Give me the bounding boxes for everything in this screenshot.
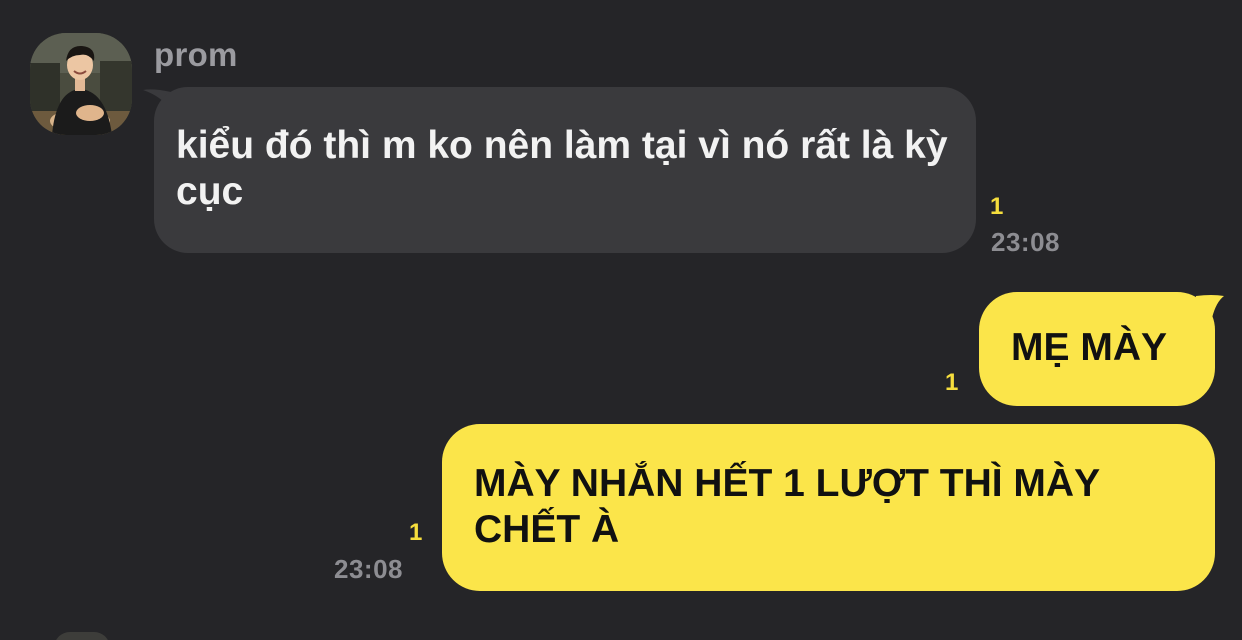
avatar-photo-icon bbox=[30, 33, 132, 135]
outgoing-message-time: 23:08 bbox=[334, 554, 403, 584]
outgoing-message-bubble[interactable]: MÀY NHẮN HẾT 1 LƯỢT THÌ MÀY CHẾT À bbox=[442, 424, 1215, 591]
incoming-message-time: 23:08 bbox=[991, 227, 1060, 257]
chat-view[interactable]: prom kiểu đó thì m ko nên làm tại vì nó … bbox=[0, 0, 1242, 640]
outgoing-message-text: MẸ MÀY bbox=[1011, 326, 1167, 369]
outgoing-unread-count: 1 bbox=[945, 369, 959, 396]
outgoing-unread-count: 1 bbox=[409, 519, 423, 546]
incoming-message-bubble[interactable]: kiểu đó thì m ko nên làm tại vì nó rất l… bbox=[154, 87, 976, 253]
outgoing-message-text: MÀY NHẮN HẾT 1 LƯỢT THÌ MÀY CHẾT À bbox=[474, 462, 1100, 551]
incoming-message-text: kiểu đó thì m ko nên làm tại vì nó rất l… bbox=[176, 124, 948, 213]
sender-name: prom bbox=[154, 36, 238, 73]
next-avatar-partial bbox=[54, 632, 110, 640]
outgoing-message-bubble[interactable]: MẸ MÀY bbox=[979, 292, 1215, 406]
sender-avatar[interactable] bbox=[30, 33, 132, 135]
incoming-unread-count: 1 bbox=[990, 193, 1004, 220]
